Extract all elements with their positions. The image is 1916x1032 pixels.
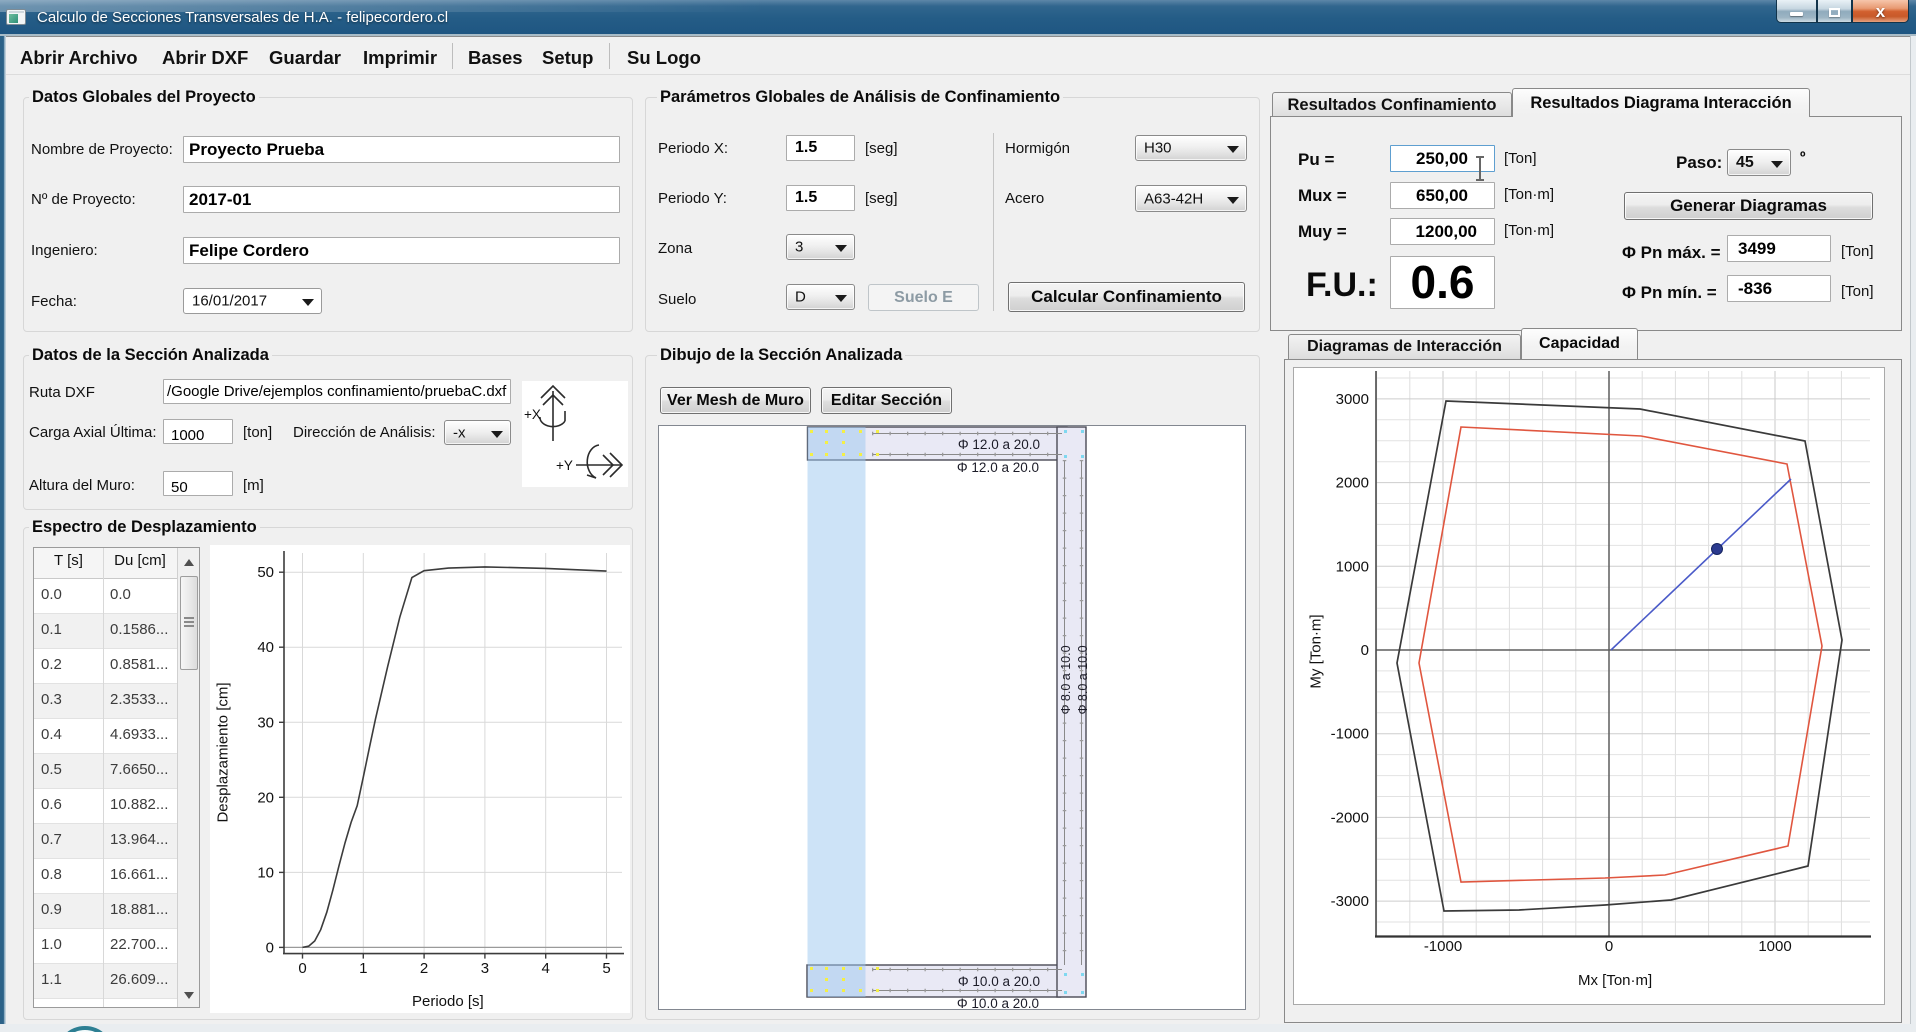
svg-text:5: 5 xyxy=(602,960,610,977)
svg-text:2000: 2000 xyxy=(1336,475,1369,492)
svg-text:2: 2 xyxy=(420,960,428,977)
svg-text:1000: 1000 xyxy=(1758,938,1791,955)
svg-text:0: 0 xyxy=(266,939,274,956)
svg-text:Φ 12.0 a 20.0: Φ 12.0 a 20.0 xyxy=(958,437,1040,452)
svg-text:40: 40 xyxy=(257,639,274,656)
svg-text:-1000: -1000 xyxy=(1424,938,1462,955)
svg-text:0: 0 xyxy=(1361,642,1369,659)
svg-text:1000: 1000 xyxy=(1336,558,1369,575)
svg-text:-1000: -1000 xyxy=(1331,726,1369,743)
svg-text:-2000: -2000 xyxy=(1331,809,1369,826)
svg-text:Φ 8.0 a 10.0: Φ 8.0 a 10.0 xyxy=(1059,645,1073,714)
svg-text:Φ 10.0 a 20.0: Φ 10.0 a 20.0 xyxy=(958,974,1040,989)
svg-text:Φ 10.0 a 20.0: Φ 10.0 a 20.0 xyxy=(957,996,1039,1010)
svg-text:Φ 12.0 a 20.0: Φ 12.0 a 20.0 xyxy=(957,460,1039,475)
svg-text:50: 50 xyxy=(257,564,274,581)
svg-text:-3000: -3000 xyxy=(1331,893,1369,910)
svg-text:10: 10 xyxy=(257,864,274,881)
svg-text:+X: +X xyxy=(524,407,541,422)
svg-text:4: 4 xyxy=(542,960,550,977)
svg-text:3000: 3000 xyxy=(1336,391,1369,408)
svg-text:3: 3 xyxy=(481,960,489,977)
svg-text:20: 20 xyxy=(257,789,274,806)
svg-text:Φ 8.0 a 10.0: Φ 8.0 a 10.0 xyxy=(1076,645,1090,714)
svg-text:1: 1 xyxy=(359,960,367,977)
svg-text:+Y: +Y xyxy=(556,458,573,473)
svg-text:0: 0 xyxy=(298,960,306,977)
svg-text:0: 0 xyxy=(1605,938,1613,955)
svg-text:30: 30 xyxy=(257,714,274,731)
